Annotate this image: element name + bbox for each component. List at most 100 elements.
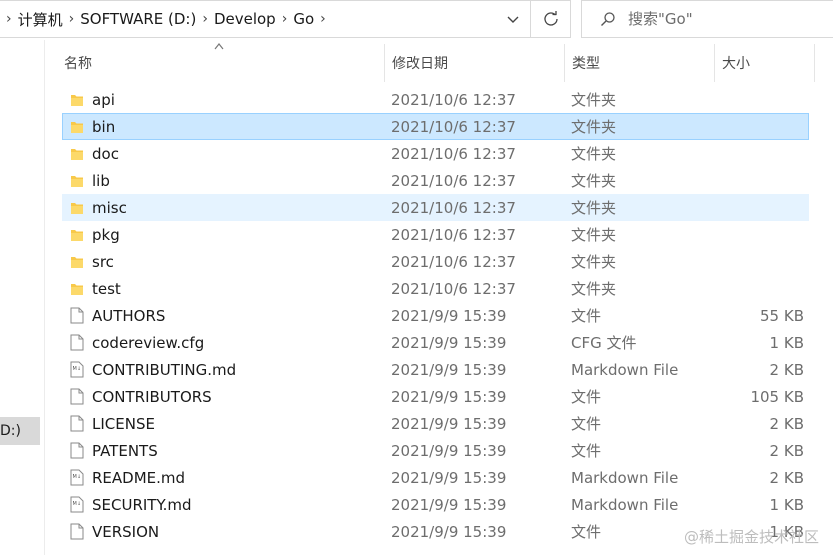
watermark: @稀土掘金技术社区 [683, 528, 819, 546]
file-size: 1 KB [769, 333, 804, 352]
file-date-modified: 2021/9/9 15:39 [391, 333, 507, 352]
file-row[interactable]: codereview.cfg 2021/9/9 15:39 CFG 文件 1 KB [62, 329, 809, 356]
breadcrumb-chevron-icon[interactable]: › [202, 11, 208, 27]
file-name: VERSION [92, 522, 160, 541]
file-row[interactable]: AUTHORS 2021/9/9 15:39 文件 55 KB [62, 302, 809, 329]
file-type: CFG 文件 [571, 334, 637, 352]
file-name: CONTRIBUTORS [92, 387, 212, 406]
file-name: bin [92, 117, 116, 136]
column-header-label: 大小 [722, 56, 750, 72]
nav-item-label: D:) [0, 423, 21, 439]
file-date-modified: 2021/10/6 12:37 [391, 279, 516, 298]
file-icon [70, 303, 84, 328]
file-type: 文件 [571, 442, 602, 460]
file-row[interactable]: bin 2021/10/6 12:37 文件夹 [62, 113, 809, 140]
file-type: 文件 [571, 307, 602, 325]
file-row[interactable]: doc 2021/10/6 12:37 文件夹 [62, 140, 809, 167]
refresh-button[interactable] [531, 0, 571, 38]
column-header-row: 名称 修改日期 类型 大小 [46, 43, 833, 82]
breadcrumb-develop[interactable]: Develop [214, 10, 276, 28]
file-row[interactable]: src 2021/10/6 12:37 文件夹 [62, 248, 809, 275]
pane-splitter[interactable] [44, 40, 45, 555]
column-header-type[interactable]: 类型 [564, 44, 714, 82]
search-box[interactable] [581, 0, 833, 38]
file-date-modified: 2021/9/9 15:39 [391, 522, 507, 541]
file-row[interactable]: M↓ CONTRIBUTING.md 2021/9/9 15:39 Markdown … [62, 356, 809, 383]
file-size: 2 KB [769, 414, 804, 433]
file-row[interactable]: pkg 2021/10/6 12:37 文件夹 [62, 221, 809, 248]
file-type: 文件 [571, 523, 602, 541]
file-name: api [92, 90, 115, 109]
file-name: doc [92, 144, 119, 163]
file-row[interactable]: lib 2021/10/6 12:37 文件夹 [62, 167, 809, 194]
file-row[interactable]: CONTRIBUTORS 2021/9/9 15:39 文件 105 KB [62, 383, 809, 410]
file-icon [70, 411, 84, 436]
nav-item-drive-d[interactable]: D:) [0, 417, 40, 445]
svg-text:M↓: M↓ [73, 366, 82, 372]
file-date-modified: 2021/10/6 12:37 [391, 171, 516, 190]
column-header-size[interactable]: 大小 [714, 44, 814, 82]
breadcrumb-computer[interactable]: 计算机 [18, 9, 63, 30]
file-type: 文件 [571, 388, 602, 406]
breadcrumb-chevron-icon[interactable]: › [282, 11, 288, 27]
file-name: test [92, 279, 121, 298]
address-bar[interactable]: › 计算机 › SOFTWARE (D:) › Develop › Go › [0, 0, 531, 38]
file-name: README.md [92, 468, 186, 487]
file-date-modified: 2021/9/9 15:39 [391, 306, 507, 325]
file-date-modified: 2021/9/9 15:39 [391, 387, 507, 406]
file-name: CONTRIBUTING.md [92, 360, 237, 379]
file-name: SECURITY.md [92, 495, 192, 514]
column-header-name[interactable]: 名称 [56, 44, 384, 82]
file-row[interactable]: misc 2021/10/6 12:37 文件夹 [62, 194, 809, 221]
file-date-modified: 2021/10/6 12:37 [391, 198, 516, 217]
file-icon [70, 519, 84, 544]
navigation-pane: D:) [0, 40, 40, 555]
search-input[interactable] [626, 9, 810, 29]
file-row[interactable]: PATENTS 2021/9/9 15:39 文件 2 KB [62, 437, 809, 464]
column-divider[interactable] [814, 44, 815, 82]
folder-icon [70, 114, 84, 139]
breadcrumb-chevron-icon[interactable]: › [320, 11, 326, 27]
file-size: 2 KB [769, 468, 804, 487]
file-row[interactable]: api 2021/10/6 12:37 文件夹 [62, 86, 809, 113]
file-type: 文件夹 [571, 226, 617, 244]
file-date-modified: 2021/9/9 15:39 [391, 360, 507, 379]
file-type: 文件夹 [571, 199, 617, 217]
folder-icon [70, 249, 84, 274]
file-date-modified: 2021/10/6 12:37 [391, 225, 516, 244]
file-date-modified: 2021/10/6 12:37 [391, 252, 516, 271]
file-row[interactable]: M↓ README.md 2021/9/9 15:39 Markdown File 2 … [62, 464, 809, 491]
file-date-modified: 2021/9/9 15:39 [391, 495, 507, 514]
svg-text:M↓: M↓ [73, 474, 82, 480]
breadcrumb-chevron-icon[interactable]: › [69, 11, 75, 27]
chevron-down-icon[interactable] [504, 10, 522, 28]
breadcrumb-go[interactable]: Go [293, 10, 314, 28]
breadcrumb-chevron-icon[interactable]: › [6, 11, 12, 27]
file-name: misc [92, 198, 127, 217]
column-header-label: 名称 [64, 56, 92, 72]
file-size: 1 KB [769, 495, 804, 514]
file-type: 文件夹 [571, 145, 617, 163]
file-icon [70, 438, 84, 463]
column-header-label: 类型 [572, 56, 600, 72]
file-name: AUTHORS [92, 306, 166, 325]
file-icon [70, 384, 84, 409]
file-name: PATENTS [92, 441, 158, 460]
column-header-date[interactable]: 修改日期 [384, 44, 564, 82]
file-row[interactable]: M↓ SECURITY.md 2021/9/9 15:39 Markdown File… [62, 491, 809, 518]
file-size: 55 KB [760, 306, 804, 325]
folder-icon [70, 141, 84, 166]
markdown-file-icon: M↓ [70, 357, 84, 382]
file-size: 2 KB [769, 360, 804, 379]
file-row[interactable]: LICENSE 2021/9/9 15:39 文件 2 KB [62, 410, 809, 437]
folder-icon [70, 168, 84, 193]
breadcrumb-drive[interactable]: SOFTWARE (D:) [80, 10, 196, 28]
folder-icon [70, 195, 84, 220]
file-date-modified: 2021/9/9 15:39 [391, 441, 507, 460]
svg-text:M↓: M↓ [73, 501, 82, 507]
file-type: 文件夹 [571, 280, 617, 298]
file-size: 2 KB [769, 441, 804, 460]
file-type: 文件夹 [571, 118, 617, 136]
file-row[interactable]: test 2021/10/6 12:37 文件夹 [62, 275, 809, 302]
folder-icon [70, 222, 84, 247]
